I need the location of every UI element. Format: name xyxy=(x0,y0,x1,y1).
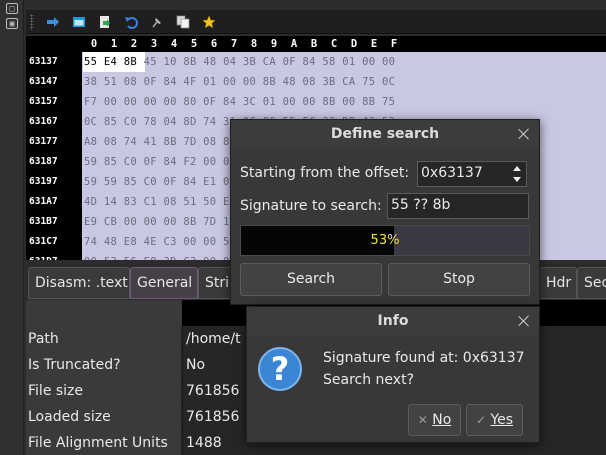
toolbar-grip[interactable] xyxy=(30,13,34,30)
hex-address: 63177 xyxy=(29,136,58,147)
no-button[interactable]: ✕ No xyxy=(408,404,461,436)
question-icon: ? xyxy=(258,347,302,391)
hex-bytes: 59 85 C0 0F 84 F2 00 0 xyxy=(84,156,230,168)
float-window-button[interactable]: □ xyxy=(6,3,18,14)
hex-row[interactable]: 63157 F7 00 00 00 00 80 0F 84 3C 01 00 00… xyxy=(26,92,606,112)
hex-address: 631D7 xyxy=(26,252,82,260)
tab-hdr[interactable]: Hdr xyxy=(539,267,577,299)
hex-column-header: 0123456789ABCDEF xyxy=(26,36,606,52)
hex-column-label: 5 xyxy=(190,38,198,50)
no-button-label: No xyxy=(432,412,452,428)
dialog-title: Info xyxy=(247,307,539,335)
yes-button[interactable]: ✓ Yes xyxy=(466,404,523,436)
hex-column-label: 2 xyxy=(130,38,138,50)
offset-label: Starting from the offset: xyxy=(240,165,410,181)
tab-strings[interactable]: Stri xyxy=(198,267,232,299)
window-icon[interactable] xyxy=(66,11,92,33)
undo-icon[interactable] xyxy=(118,11,144,33)
tab-sections[interactable]: Sec xyxy=(577,267,606,299)
row-key: Is Truncated? xyxy=(26,352,182,378)
copy-icon[interactable] xyxy=(170,11,196,33)
hex-address: 631B7 xyxy=(29,216,58,227)
stop-button[interactable]: Stop xyxy=(388,263,530,296)
progress-text: 53% xyxy=(370,233,400,248)
info-dialog: Info ? Signature found at: 0x63137 Searc… xyxy=(246,306,540,443)
offset-value: 0x63137 xyxy=(421,165,483,181)
hex-row[interactable]: 63137 55 E4 8B 45 10 8B 48 04 3B CA 0F 84… xyxy=(26,52,606,72)
hex-bytes: 00 53 56 E8 3D C3 00 0 xyxy=(84,252,230,260)
signature-label: Signature to search: xyxy=(240,198,382,214)
hex-address: 631C7 xyxy=(29,236,58,247)
hex-column-label: E xyxy=(370,38,378,50)
hex-bytes: E9 CB 00 00 00 8B 7D 1 xyxy=(84,216,230,228)
export-icon[interactable] xyxy=(92,11,118,33)
row-key: File size xyxy=(26,378,182,404)
hex-column-label: D xyxy=(350,38,358,50)
hex-address: 63187 xyxy=(29,156,58,167)
hex-address: 631A7 xyxy=(29,196,58,207)
hex-remaining-bytes: 45 10 8B 48 04 3B CA 0F 84 58 01 00 00 xyxy=(136,56,396,68)
hex-bytes: 55 E4 8B 45 10 8B 48 04 3B CA 0F 84 58 0… xyxy=(84,52,395,72)
info-message-line1: Signature found at: 0x63137 xyxy=(323,350,525,366)
hex-column-label: 3 xyxy=(150,38,158,50)
hex-bytes: A8 08 74 41 8B 7D 08 8B xyxy=(84,136,237,148)
dialog-title: Define search xyxy=(231,120,539,148)
hex-address: 63197 xyxy=(29,176,58,187)
app-window: □ ▣ 0123456789ABCDEF 63137 55 E4 8B 45 1… xyxy=(0,0,606,455)
hex-bytes: 74 48 E8 4E C3 00 00 5 xyxy=(84,236,230,248)
hex-column-label: 9 xyxy=(270,38,278,50)
hex-column-label: 7 xyxy=(230,38,238,50)
yes-button-label: Yes xyxy=(490,412,514,428)
hex-column-label: 1 xyxy=(110,38,118,50)
search-progress-bar: 53% xyxy=(240,225,530,256)
hex-address: 63167 xyxy=(29,116,58,127)
search-button[interactable]: Search xyxy=(240,263,382,296)
hex-bytes: 38 51 08 0F 84 4F 01 00 00 8B 48 08 3B C… xyxy=(84,76,396,88)
yes-check-icon: ✓ xyxy=(475,413,486,427)
define-search-dialog: Define search Starting from the offset: … xyxy=(230,119,540,305)
hex-column-label: 6 xyxy=(210,38,218,50)
goto-arrow-icon[interactable] xyxy=(40,11,66,33)
hex-address: 63157 xyxy=(29,96,58,107)
close-icon[interactable] xyxy=(515,125,533,143)
signature-input[interactable]: 55 ?? 8b xyxy=(387,193,529,219)
hex-column-label: 8 xyxy=(250,38,258,50)
no-x-icon: ✕ xyxy=(417,413,428,427)
hex-column-label: 4 xyxy=(170,38,178,50)
pin-icon[interactable] xyxy=(144,11,170,33)
hex-column-label: B xyxy=(310,38,318,50)
star-icon[interactable] xyxy=(196,11,222,33)
hex-column-label: C xyxy=(330,38,338,50)
row-key: Loaded size xyxy=(26,404,182,430)
hex-address: 63147 xyxy=(29,76,58,87)
left-strip: □ ▣ xyxy=(0,0,24,455)
hex-bytes: 59 59 85 C0 0F 84 E1 0 xyxy=(84,176,230,188)
hex-selected-bytes: 55 E4 8B xyxy=(84,56,137,68)
hex-bytes: F7 00 00 00 00 80 0F 84 3C 01 00 00 8B 0… xyxy=(84,96,396,108)
toolbar xyxy=(26,10,606,34)
hex-column-label: F xyxy=(390,38,398,50)
close-icon[interactable] xyxy=(515,312,533,330)
tab-disasm-text[interactable]: Disasm: .text xyxy=(28,267,130,299)
row-key: File Alignment Units xyxy=(26,430,182,455)
hex-bytes: 4D 14 83 C1 08 51 50 E xyxy=(84,196,230,208)
offset-spinbox[interactable]: 0x63137 xyxy=(417,161,527,187)
hex-address: 63137 xyxy=(29,56,58,67)
info-message-line2: Search next? xyxy=(323,372,414,388)
row-key: Path xyxy=(26,326,182,352)
hex-row[interactable]: 63147 38 51 08 0F 84 4F 01 00 00 8B 48 08… xyxy=(26,72,606,92)
dock-window-button[interactable]: ▣ xyxy=(6,18,18,29)
spin-arrows-icon[interactable] xyxy=(512,164,522,184)
tab-general[interactable]: General xyxy=(130,267,198,299)
hex-column-label: 0 xyxy=(90,38,98,50)
hex-column-label: A xyxy=(290,38,298,50)
